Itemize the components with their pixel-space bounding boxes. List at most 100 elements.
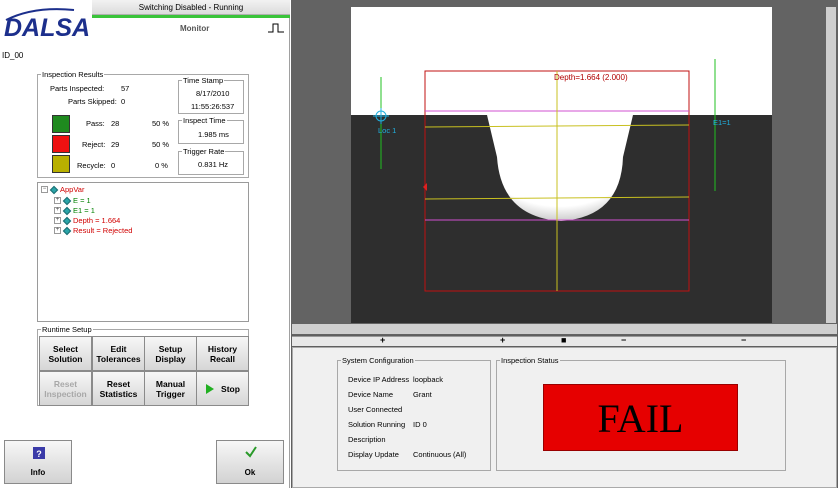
config-label: Description: [348, 435, 386, 444]
reset-inspection-button[interactable]: Reset Inspection: [39, 371, 92, 406]
variable-icon: [62, 196, 72, 205]
button-line2: Solution: [48, 353, 83, 364]
tree-item-result[interactable]: + Result = Rejected: [54, 226, 132, 235]
locator-label: Loc 1: [378, 126, 397, 135]
expand-icon[interactable]: +: [54, 217, 61, 224]
appvar-tree[interactable]: − AppVar + E = 1 + E1 = 1 + Depth = 1.66…: [37, 182, 249, 322]
play-icon: [206, 383, 215, 394]
button-line1: Reset: [106, 378, 131, 389]
edge-label: E1=1: [713, 118, 731, 127]
inspection-image-canvas: [351, 7, 772, 323]
checkmark-icon: [245, 446, 257, 458]
select-solution-button[interactable]: Select Solution: [39, 336, 92, 371]
pass-percent: 50 %: [152, 119, 170, 128]
tree-root[interactable]: − AppVar: [41, 185, 84, 194]
button-line1: Setup: [158, 343, 183, 354]
vertical-scrollbar[interactable]: [826, 7, 836, 323]
info-button[interactable]: ? Info: [4, 440, 72, 484]
help-icon: ?: [33, 447, 45, 459]
config-label: Device Name: [348, 390, 394, 399]
tree-item-label: Result = Rejected: [73, 226, 133, 235]
tree-item-label: E = 1: [73, 196, 91, 205]
inspection-result-indicator: FAIL: [543, 384, 738, 451]
expand-icon[interactable]: +: [54, 207, 61, 214]
button-line2: Trigger: [156, 388, 185, 399]
trigger-rate-value: 0.831 Hz: [198, 160, 229, 169]
button-line2: Inspection: [44, 388, 87, 399]
variable-icon: [62, 216, 72, 225]
logo-text: DALSA: [4, 14, 91, 42]
pass-color-swatch: [52, 115, 70, 133]
config-label: User Connected: [348, 405, 403, 414]
reject-count: 29: [111, 140, 120, 149]
zoom-out-button[interactable]: −: [741, 335, 746, 345]
button-line2: Recall: [209, 353, 236, 364]
edit-tolerances-button[interactable]: Edit Tolerances: [92, 336, 145, 371]
parts-skipped-value: 0: [121, 97, 126, 106]
timestamp-date: 8/17/2010: [196, 89, 230, 98]
parts-inspected-value: 57: [121, 84, 130, 93]
button-line2: Statistics: [99, 388, 138, 399]
timestamp-legend: Time Stamp: [183, 76, 224, 85]
inspection-status-legend: Inspection Status: [501, 356, 559, 365]
stop-button[interactable]: Stop: [196, 371, 249, 406]
zoom-in-button[interactable]: +: [380, 335, 385, 345]
button-line1: Reset: [53, 378, 78, 389]
ok-button[interactable]: Ok: [216, 440, 284, 484]
zoom-step-out-button[interactable]: −: [621, 335, 626, 345]
info-label: Info: [30, 468, 46, 477]
svg-text:?: ?: [36, 449, 42, 459]
button-line1: History: [207, 343, 238, 354]
reject-label: Reject:: [82, 140, 106, 149]
zoom-fit-button[interactable]: ■: [561, 335, 566, 345]
runtime-setup-legend: Runtime Setup: [42, 325, 92, 334]
history-recall-button[interactable]: History Recall: [196, 336, 249, 371]
tree-item-depth[interactable]: + Depth = 1.664: [54, 216, 120, 225]
config-value: loopback: [413, 375, 444, 384]
inspection-results-legend: Inspection Results: [42, 70, 104, 79]
ok-label: Ok: [244, 468, 256, 477]
variable-icon: [62, 206, 72, 215]
tree-item-label: Depth = 1.664: [73, 216, 121, 225]
reject-color-swatch: [52, 135, 70, 153]
button-line1: Edit: [110, 343, 127, 354]
config-value: ID 0: [413, 420, 427, 429]
pass-count: 28: [111, 119, 120, 128]
config-value: Grant: [413, 390, 432, 399]
manual-trigger-button[interactable]: Manual Trigger: [144, 371, 197, 406]
expand-icon[interactable]: +: [54, 227, 61, 234]
reset-statistics-button[interactable]: Reset Statistics: [92, 371, 145, 406]
collapse-icon[interactable]: −: [41, 186, 48, 193]
pulse-signal-icon: [268, 23, 284, 33]
button-line1: Manual: [155, 378, 186, 389]
tree-item-e[interactable]: + E = 1: [54, 196, 91, 205]
recycle-count: 0: [111, 161, 116, 170]
run-status-indicator: [92, 15, 290, 18]
inspection-image[interactable]: Depth=1.664 (2.000) Loc 1 E1=1: [351, 7, 772, 323]
variable-icon: [62, 226, 72, 235]
mode-label: Monitor: [180, 24, 210, 33]
config-label: Device IP Address: [348, 375, 410, 384]
recycle-label: Recycle:: [77, 161, 106, 170]
tree-item-e1[interactable]: + E1 = 1: [54, 206, 95, 215]
timestamp-time: 11:55:26:537: [191, 102, 235, 111]
trigger-rate-legend: Trigger Rate: [183, 147, 225, 156]
config-label: Display Update: [348, 450, 399, 459]
tree-root-label: AppVar: [60, 185, 85, 194]
horizontal-scrollbar[interactable]: [292, 324, 837, 334]
button-line1: Stop: [221, 383, 240, 394]
reject-percent: 50 %: [152, 140, 170, 149]
parts-inspected-label: Parts Inspected:: [50, 84, 105, 93]
tree-item-label: E1 = 1: [73, 206, 95, 215]
variable-icon: [49, 185, 59, 194]
zoom-step-in-button[interactable]: +: [500, 335, 505, 345]
config-value: Continuous (All): [413, 450, 467, 459]
inspect-time-legend: Inspect Time: [183, 116, 226, 125]
system-config-legend: System Configuration: [342, 356, 414, 365]
recycle-percent: 0 %: [155, 161, 168, 170]
button-line1: Select: [52, 343, 79, 354]
expand-icon[interactable]: +: [54, 197, 61, 204]
setup-display-button[interactable]: Setup Display: [144, 336, 197, 371]
run-status-bar: Switching Disabled - Running: [92, 0, 290, 15]
config-label: Solution Running: [348, 420, 406, 429]
